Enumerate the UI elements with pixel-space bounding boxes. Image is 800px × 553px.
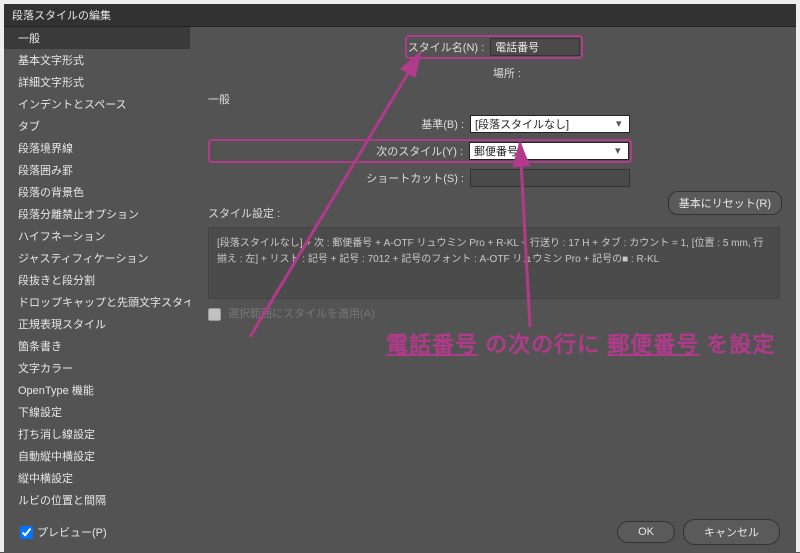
- sidebar-list[interactable]: 一般 基本文字形式 詳細文字形式 インデントとスペース タブ 段落境界線 段落囲…: [4, 27, 190, 511]
- dialog-body: 一般 基本文字形式 詳細文字形式 インデントとスペース タブ 段落境界線 段落囲…: [4, 27, 796, 511]
- preview-checkbox[interactable]: プレビュー(P): [20, 524, 107, 540]
- sidebar-item-strike[interactable]: 打ち消し線設定: [4, 423, 190, 445]
- sidebar-item-span[interactable]: 段抜きと段分割: [4, 269, 190, 291]
- next-style-label: 次のスタイル(Y) :: [211, 143, 463, 159]
- sidebar-item-indent[interactable]: インデントとスペース: [4, 93, 190, 115]
- apply-checkbox: [208, 308, 221, 321]
- apply-label: 選択範囲にスタイルを適用(A): [228, 308, 375, 320]
- sidebar-item-adv-char[interactable]: 詳細文字形式: [4, 71, 190, 93]
- sidebar: 一般 基本文字形式 詳細文字形式 インデントとスペース タブ 段落境界線 段落囲…: [4, 27, 190, 511]
- sidebar-item-border[interactable]: 段落囲み罫: [4, 159, 190, 181]
- section-title: 一般: [208, 91, 780, 107]
- annotation-text: 電話番号 の次の行に 郵便番号 を設定: [386, 327, 775, 359]
- sidebar-item-justify[interactable]: ジャスティフィケーション: [4, 247, 190, 269]
- dialog-title: 段落スタイルの編集: [4, 4, 796, 27]
- settings-label: スタイル設定 :: [208, 205, 294, 221]
- style-name-input[interactable]: [490, 38, 580, 56]
- cancel-button[interactable]: キャンセル: [683, 519, 780, 545]
- sidebar-item-auto-tcy[interactable]: 自動縦中横設定: [4, 445, 190, 467]
- preview-label: プレビュー(P): [37, 524, 107, 540]
- shortcut-input[interactable]: [470, 169, 630, 187]
- sidebar-item-tab[interactable]: タブ: [4, 115, 190, 137]
- sidebar-item-dropcap[interactable]: ドロップキャップと先頭文字スタイル: [4, 291, 190, 313]
- main-panel: スタイル名(N) : 場所 : 一般 基準(B) : ▾ 次のスタイル(Y) :: [190, 27, 796, 511]
- sidebar-item-bullets[interactable]: 箇条書き: [4, 335, 190, 357]
- sidebar-item-underline[interactable]: 下線設定: [4, 401, 190, 423]
- sidebar-item-keep[interactable]: 段落分離禁止オプション: [4, 203, 190, 225]
- sidebar-item-ruby[interactable]: ルビの位置と間隔: [4, 489, 190, 511]
- shortcut-label: ショートカット(S) :: [208, 170, 464, 186]
- sidebar-item-tcy[interactable]: 縦中横設定: [4, 467, 190, 489]
- location-label: 場所 :: [461, 65, 521, 81]
- sidebar-item-color[interactable]: 文字カラー: [4, 357, 190, 379]
- sidebar-item-regex[interactable]: 正規表現スタイル: [4, 313, 190, 335]
- dialog: 段落スタイルの編集 一般 基本文字形式 詳細文字形式 インデントとスペース タブ…: [0, 0, 800, 552]
- base-label: 基準(B) :: [208, 116, 464, 132]
- base-select[interactable]: [470, 115, 630, 133]
- reset-button[interactable]: 基本にリセット(R): [668, 191, 782, 215]
- dialog-footer: プレビュー(P) OK キャンセル: [4, 511, 796, 553]
- style-name-label: スタイル名(N) :: [408, 39, 484, 55]
- preview-check-input[interactable]: [20, 526, 33, 539]
- ok-button[interactable]: OK: [617, 521, 675, 543]
- chevron-down-icon: ▾: [616, 117, 628, 129]
- settings-text: [段落スタイルなし] + 次 : 郵便番号 + A-OTF リュウミン Pro …: [208, 227, 780, 299]
- sidebar-item-general[interactable]: 一般: [4, 27, 190, 49]
- sidebar-item-basic-char[interactable]: 基本文字形式: [4, 49, 190, 71]
- next-style-select[interactable]: [469, 142, 629, 160]
- sidebar-item-hyphen[interactable]: ハイフネーション: [4, 225, 190, 247]
- sidebar-item-bg[interactable]: 段落の背景色: [4, 181, 190, 203]
- sidebar-item-rules[interactable]: 段落境界線: [4, 137, 190, 159]
- apply-to-selection: 選択範囲にスタイルを適用(A): [208, 305, 780, 321]
- sidebar-item-opentype[interactable]: OpenType 機能: [4, 379, 190, 401]
- chevron-down-icon: ▾: [615, 144, 627, 156]
